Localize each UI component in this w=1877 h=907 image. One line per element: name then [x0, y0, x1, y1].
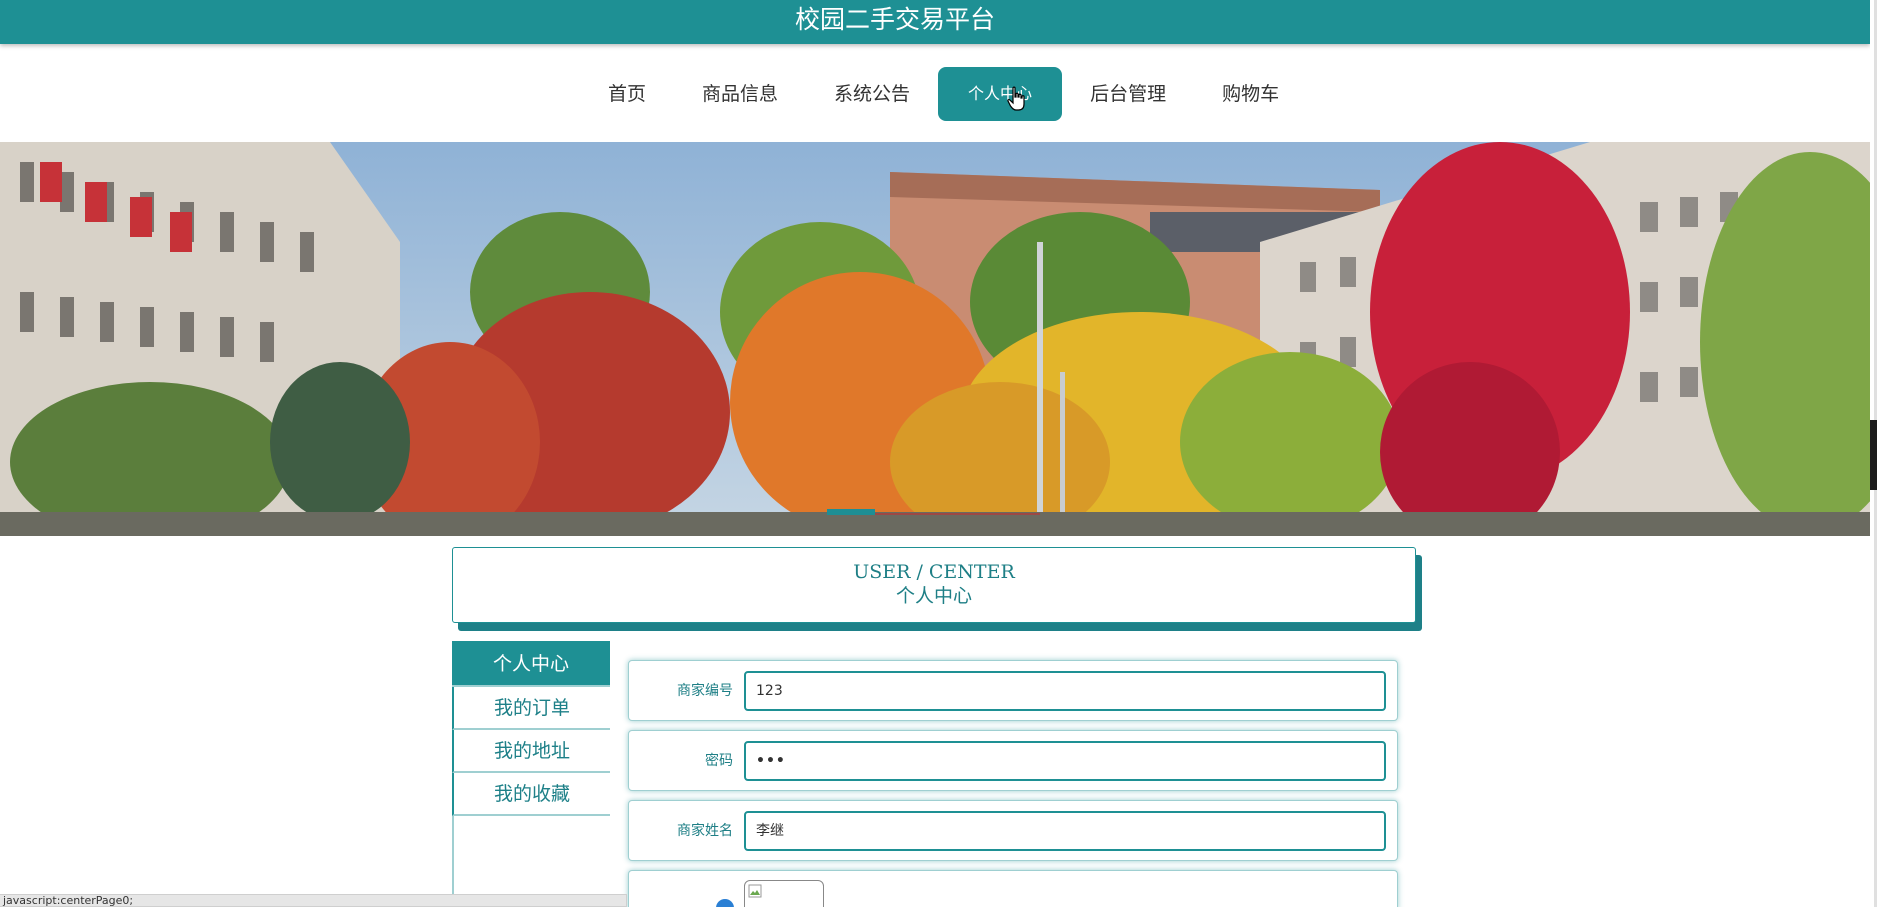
- user-center-title-en: USER / CENTER: [853, 561, 1015, 583]
- browser-status-bar: javascript:centerPage0;: [0, 894, 627, 907]
- nav-item-products[interactable]: 商品信息: [674, 67, 806, 121]
- hero-banner[interactable]: [0, 142, 1870, 536]
- hand-cursor-icon: [1007, 86, 1025, 111]
- form-row-avatar: [628, 870, 1398, 907]
- campus-photo: [0, 142, 1870, 536]
- site-title: 校园二手交易平台: [794, 5, 995, 34]
- sidebar-item-orders[interactable]: 我的订单: [452, 687, 610, 730]
- nav-item-user-center[interactable]: 个人中心: [938, 67, 1063, 121]
- merchant-id-input[interactable]: 123: [744, 671, 1386, 711]
- scrollbar-thumb[interactable]: [1870, 420, 1877, 490]
- merchant-name-input[interactable]: 李继: [744, 811, 1386, 851]
- broken-image-icon: [748, 884, 762, 898]
- sidebar-item-addresses[interactable]: 我的地址: [452, 730, 610, 773]
- nav-item-announcements[interactable]: 系统公告: [806, 67, 938, 121]
- merchant-name-label: 商家姓名: [677, 823, 733, 839]
- user-center-title-cn: 个人中心: [895, 585, 972, 607]
- password-input[interactable]: •••: [744, 741, 1386, 781]
- user-center-heading-box: USER / CENTER 个人中心: [452, 547, 1416, 623]
- page: 校园二手交易平台 首页 商品信息 系统公告 个人中心 后台管理 购物车 USER…: [0, 0, 1877, 907]
- avatar-image[interactable]: [744, 880, 824, 907]
- form-row-merchant-id: 商家编号 123: [628, 660, 1398, 721]
- form-row-password: 密码 •••: [628, 730, 1398, 791]
- user-center-sidebar: 个人中心 我的订单 我的地址 我的收藏: [452, 641, 610, 896]
- form-row-merchant-name: 商家姓名 李继: [628, 800, 1398, 861]
- nav-item-home[interactable]: 首页: [580, 67, 674, 121]
- avatar-radio-icon[interactable]: [716, 899, 734, 907]
- carousel-indicator-active[interactable]: [827, 509, 875, 515]
- nav-item-admin[interactable]: 后台管理: [1062, 67, 1194, 121]
- sidebar-item-user-center[interactable]: 个人中心: [452, 641, 610, 687]
- header-bar: 校园二手交易平台: [0, 0, 1870, 44]
- vertical-scrollbar[interactable]: [1870, 0, 1877, 907]
- main-nav: 首页 商品信息 系统公告 个人中心 后台管理 购物车: [580, 67, 1307, 121]
- merchant-id-label: 商家编号: [677, 683, 733, 699]
- carousel-indicator-track: [875, 513, 1040, 515]
- profile-form: 商家编号 123 密码 ••• 商家姓名 李继: [628, 660, 1398, 907]
- password-label: 密码: [705, 753, 733, 769]
- sidebar-spacer: [452, 816, 610, 896]
- sidebar-item-favorites[interactable]: 我的收藏: [452, 773, 610, 816]
- nav-item-cart[interactable]: 购物车: [1194, 67, 1307, 121]
